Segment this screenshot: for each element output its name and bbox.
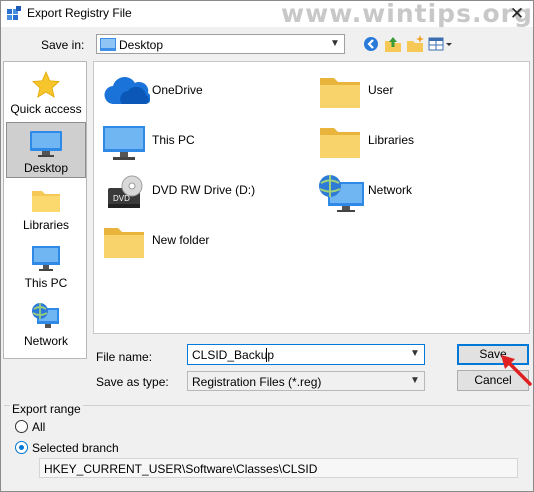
- libraries-folder-icon: [31, 186, 61, 214]
- export-registry-dialog: Export Registry File www.wintips.org ✕ S…: [0, 0, 534, 492]
- place-label: Network: [23, 334, 68, 348]
- folder-icon: [318, 124, 362, 160]
- branch-path-input[interactable]: HKEY_CURRENT_USER\Software\Classes\CLSID: [39, 458, 518, 478]
- place-label: Libraries: [22, 218, 70, 232]
- file-item-new-folder[interactable]: New folder: [96, 220, 296, 262]
- file-name-label: File name:: [96, 350, 153, 364]
- monitor-icon: [102, 124, 146, 162]
- pointer-arrow-icon: [501, 355, 532, 386]
- back-arrow-icon: [364, 37, 378, 51]
- place-label: Desktop: [23, 161, 69, 175]
- file-label: Network: [368, 183, 413, 197]
- dvd-badge-text: DVD: [113, 194, 130, 203]
- save-in-dropdown[interactable]: Desktop ▼: [96, 34, 345, 54]
- file-list-view[interactable]: OneDrive User This PC Libraries DVD DVD …: [93, 61, 530, 334]
- watermark-text: www.wintips.org: [281, 0, 533, 28]
- chevron-down-icon: ▼: [330, 38, 340, 49]
- place-label: This PC: [24, 276, 68, 290]
- save-in-value: Desktop: [119, 38, 164, 52]
- monitor-icon: [31, 244, 61, 274]
- view-grid-icon: [428, 37, 452, 51]
- file-item-onedrive[interactable]: OneDrive: [96, 70, 296, 112]
- places-bar: Quick access Desktop Libraries This PC N…: [3, 61, 87, 359]
- up-folder-button[interactable]: [383, 34, 403, 54]
- network-icon: [31, 302, 61, 332]
- export-range-label: Export range: [10, 402, 83, 416]
- desktop-icon: [29, 129, 63, 159]
- back-button[interactable]: [361, 34, 381, 54]
- all-radio-label[interactable]: All: [32, 420, 45, 434]
- place-libraries[interactable]: Libraries: [6, 180, 86, 236]
- file-label: DVD RW Drive (D:): [152, 183, 256, 197]
- selected-branch-label[interactable]: Selected branch: [32, 441, 119, 455]
- file-label: New folder: [152, 233, 210, 247]
- registry-editor-icon: [6, 6, 22, 22]
- file-item-user[interactable]: User: [312, 70, 512, 112]
- file-name-input[interactable]: CLSID_Backup ▼: [187, 344, 425, 365]
- cloud-icon: [102, 74, 150, 108]
- star-icon: [31, 70, 61, 100]
- file-label: OneDrive: [152, 83, 203, 97]
- save-in-label: Save in:: [41, 38, 85, 52]
- file-item-network[interactable]: Network: [312, 170, 512, 212]
- all-radio[interactable]: [15, 420, 28, 433]
- folder-icon: [102, 224, 146, 260]
- window-title: Export Registry File: [27, 6, 132, 20]
- file-label: Libraries: [368, 133, 415, 147]
- file-item-dvd-drive[interactable]: DVD DVD RW Drive (D:): [96, 170, 296, 212]
- text-caret: [266, 348, 267, 362]
- place-this-pc[interactable]: This PC: [6, 238, 86, 294]
- place-label: Quick access: [10, 102, 82, 116]
- chevron-down-icon[interactable]: ▼: [409, 347, 421, 361]
- folder-icon: [318, 74, 362, 110]
- chevron-down-icon: ▼: [410, 375, 420, 386]
- file-name-value: CLSID_Backup: [192, 348, 275, 362]
- save-as-type-dropdown[interactable]: Registration Files (*.reg) ▼: [187, 371, 425, 391]
- title-bar[interactable]: Export Registry File www.wintips.org ✕: [1, 0, 533, 28]
- place-desktop[interactable]: Desktop: [6, 122, 86, 178]
- new-folder-icon: [407, 35, 424, 52]
- view-menu-button[interactable]: [427, 34, 455, 54]
- desktop-folder-icon: [100, 38, 116, 51]
- file-label: This PC: [152, 133, 195, 147]
- network-icon: [318, 174, 366, 214]
- place-quick-access[interactable]: Quick access: [6, 64, 86, 120]
- branch-path-value: HKEY_CURRENT_USER\Software\Classes\CLSID: [44, 462, 318, 476]
- place-network[interactable]: Network: [6, 296, 86, 352]
- new-folder-button[interactable]: [405, 34, 425, 54]
- file-item-this-pc[interactable]: This PC: [96, 120, 296, 162]
- file-item-libraries[interactable]: Libraries: [312, 120, 512, 162]
- selected-branch-radio[interactable]: [15, 441, 28, 454]
- up-folder-icon: [385, 37, 401, 52]
- close-button[interactable]: ✕: [505, 3, 529, 25]
- save-as-type-label: Save as type:: [96, 375, 169, 389]
- save-as-type-value: Registration Files (*.reg): [192, 375, 322, 389]
- dvd-drive-icon: DVD: [102, 174, 146, 214]
- file-label: User: [368, 83, 394, 97]
